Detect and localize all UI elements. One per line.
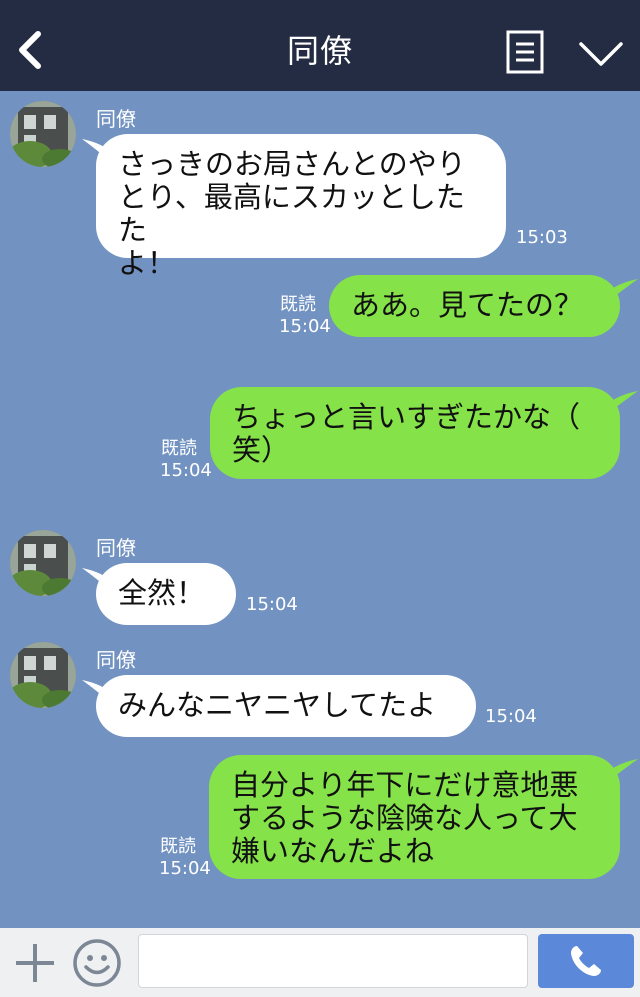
- read-receipt: 既読: [160, 836, 196, 857]
- read-receipt: 既読: [280, 294, 316, 315]
- message-bubble[interactable]: ちょっと言いすぎたかな（ 笑）: [210, 387, 620, 479]
- message-input[interactable]: [138, 934, 528, 988]
- message-line: 嫌いなんだよね: [231, 834, 435, 868]
- message-line: とり、最高にスカッとしたた: [118, 180, 465, 247]
- message-line: ちょっと言いすぎたかな（: [232, 400, 581, 434]
- message-line: するような陰険な人って大: [231, 801, 578, 835]
- message-bubble[interactable]: 全然！: [96, 563, 236, 625]
- avatar[interactable]: [10, 530, 76, 596]
- phone-icon: [571, 946, 601, 976]
- message-composer: [0, 928, 640, 997]
- memo-list-icon[interactable]: [506, 30, 544, 74]
- sender-name: 同僚: [96, 107, 136, 131]
- message-bubble[interactable]: ああ。見てたの？: [329, 275, 620, 337]
- bubble-tail: [606, 759, 638, 783]
- sender-name: 同僚: [96, 536, 136, 560]
- message-line: 自分より年下にだけ意地悪: [231, 768, 579, 802]
- avatar[interactable]: [10, 101, 76, 167]
- call-button[interactable]: [538, 934, 634, 988]
- message-line: ああ。見てたの？: [351, 288, 584, 322]
- chat-title: 同僚: [286, 32, 353, 70]
- avatar[interactable]: [10, 642, 76, 708]
- message-list[interactable]: 同僚 さっきのお局さんとのやり とり、最高にスカッとしたた よ！ 15:03 既…: [0, 91, 640, 928]
- chevron-down-icon[interactable]: [578, 40, 624, 68]
- message-line: 全然！: [118, 576, 206, 610]
- message-time: 15:04: [485, 706, 537, 727]
- message-bubble[interactable]: みんなニヤニヤしてたよ: [96, 675, 476, 737]
- bubble-tail: [606, 279, 638, 303]
- avatar-image: [10, 642, 76, 708]
- message-line: さっきのお局さんとのやり: [118, 147, 466, 181]
- message-time: 15:03: [516, 227, 568, 248]
- message-time: 15:04: [159, 858, 211, 879]
- avatar-image: [10, 530, 76, 596]
- read-receipt: 既読: [161, 438, 197, 459]
- message-time: 15:04: [160, 460, 212, 481]
- chat-header: 同僚: [0, 0, 640, 91]
- message-time: 15:04: [246, 594, 298, 615]
- smiley-icon[interactable]: [72, 938, 122, 988]
- message-bubble[interactable]: 自分より年下にだけ意地悪 するような陰険な人って大 嫌いなんだよね: [209, 755, 620, 879]
- message-line: みんなニヤニヤしてたよ: [118, 688, 437, 722]
- plus-icon[interactable]: [14, 942, 56, 984]
- message-time: 15:04: [279, 316, 331, 337]
- message-line: 笑）: [232, 433, 291, 467]
- sender-name: 同僚: [96, 648, 136, 672]
- avatar-image: [10, 101, 76, 167]
- message-bubble[interactable]: さっきのお局さんとのやり とり、最高にスカッとしたた よ！: [96, 134, 506, 280]
- bubble-tail: [606, 391, 638, 415]
